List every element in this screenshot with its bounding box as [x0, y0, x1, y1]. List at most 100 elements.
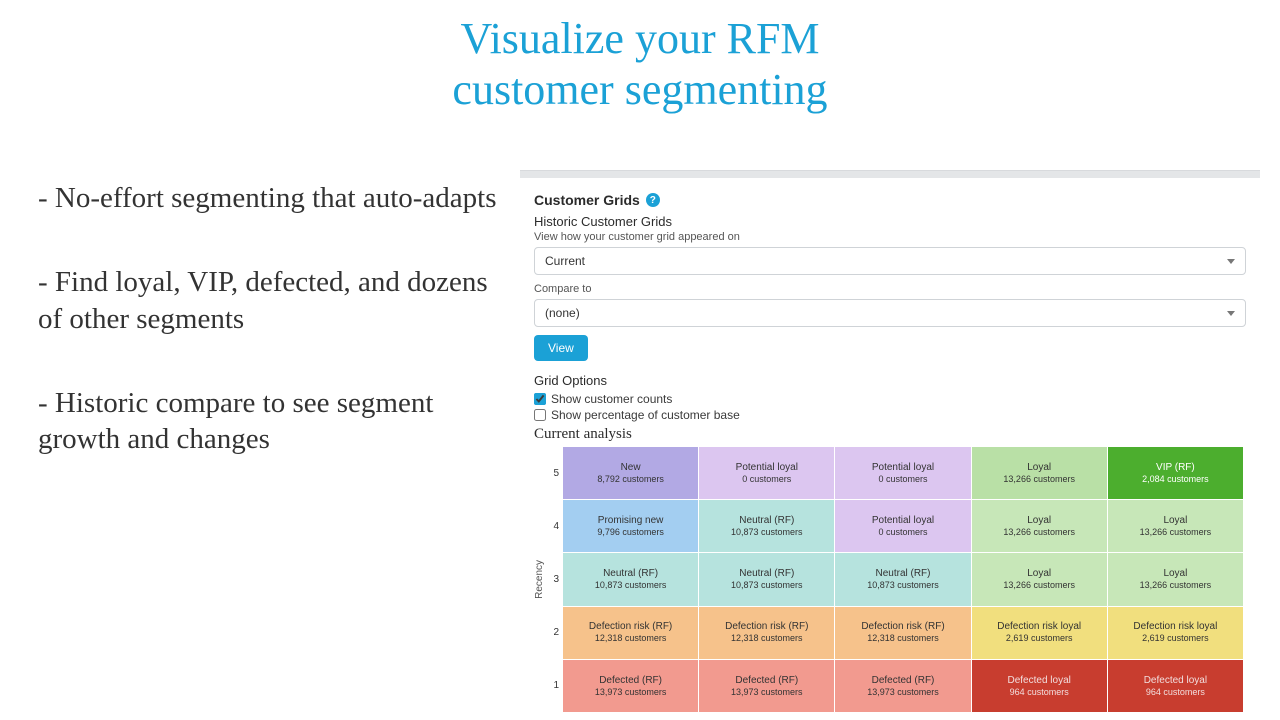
segment-name: Defection risk (RF) — [589, 620, 672, 633]
segment-name: Defection risk loyal — [997, 620, 1081, 633]
segment-count: 12,318 customers — [595, 633, 667, 645]
segment-name: Neutral (RF) — [739, 514, 794, 527]
segment-count: 9,796 customers — [597, 527, 664, 539]
segment-name: Potential loyal — [872, 514, 934, 527]
app-panel: Customer Grids ? Historic Customer Grids… — [520, 170, 1260, 712]
grid-cell-0-4[interactable]: VIP (RF)2,084 customers — [1108, 447, 1243, 499]
segment-count: 0 customers — [878, 527, 927, 539]
grid-cell-1-2[interactable]: Potential loyal0 customers — [835, 500, 970, 552]
segment-count: 0 customers — [742, 474, 791, 486]
segment-name: Neutral (RF) — [875, 567, 930, 580]
segment-count: 10,873 customers — [595, 580, 667, 592]
grid-cell-0-1[interactable]: Potential loyal0 customers — [699, 447, 834, 499]
segment-count: 12,318 customers — [731, 633, 803, 645]
show-counts-checkbox[interactable] — [534, 393, 546, 405]
grid-cell-4-4[interactable]: Defected loyal964 customers — [1108, 660, 1243, 712]
view-button[interactable]: View — [534, 335, 588, 361]
rfm-grid-wrap: Recency 5 4 3 2 1 New8,792 customersPote… — [534, 447, 1246, 712]
segment-name: Defection risk (RF) — [861, 620, 944, 633]
row-label-2: 2 — [549, 627, 559, 638]
segment-name: Promising new — [598, 514, 664, 527]
segment-name: Neutral (RF) — [739, 567, 794, 580]
segment-name: Loyal — [1163, 514, 1187, 527]
current-analysis-title: Current analysis — [534, 426, 1246, 443]
panel-top-bar — [520, 170, 1260, 178]
view-on-select[interactable]: Current — [534, 247, 1246, 275]
grid-cell-4-1[interactable]: Defected (RF)13,973 customers — [699, 660, 834, 712]
grid-cell-1-0[interactable]: Promising new9,796 customers — [563, 500, 698, 552]
grid-cell-1-3[interactable]: Loyal13,266 customers — [972, 500, 1107, 552]
grid-cell-2-0[interactable]: Neutral (RF)10,873 customers — [563, 553, 698, 605]
segment-name: Potential loyal — [872, 461, 934, 474]
grid-cell-4-3[interactable]: Defected loyal964 customers — [972, 660, 1107, 712]
segment-count: 10,873 customers — [731, 527, 803, 539]
segment-count: 2,619 customers — [1006, 633, 1073, 645]
bullet-1: - No-effort segmenting that auto-adapts — [38, 180, 498, 216]
grid-cell-0-2[interactable]: Potential loyal0 customers — [835, 447, 970, 499]
segment-count: 13,266 customers — [1140, 580, 1212, 592]
y-axis-label: Recency — [534, 560, 545, 599]
grid-cell-3-4[interactable]: Defection risk loyal2,619 customers — [1108, 607, 1243, 659]
grid-cell-0-3[interactable]: Loyal13,266 customers — [972, 447, 1107, 499]
historic-grids-title: Historic Customer Grids — [534, 214, 1246, 229]
help-icon[interactable]: ? — [646, 193, 660, 207]
slide-title-line1: Visualize your RFM — [460, 14, 819, 63]
segment-name: Defected loyal — [1008, 674, 1071, 687]
grid-cell-0-0[interactable]: New8,792 customers — [563, 447, 698, 499]
rfm-grid: New8,792 customersPotential loyal0 custo… — [563, 447, 1243, 712]
grid-cell-2-4[interactable]: Loyal13,266 customers — [1108, 553, 1243, 605]
grid-cell-2-1[interactable]: Neutral (RF)10,873 customers — [699, 553, 834, 605]
segment-name: Loyal — [1163, 567, 1187, 580]
segment-name: Loyal — [1027, 567, 1051, 580]
grid-cell-1-1[interactable]: Neutral (RF)10,873 customers — [699, 500, 834, 552]
show-counts-label: Show customer counts — [551, 392, 672, 406]
segment-name: Defection risk (RF) — [725, 620, 808, 633]
segment-name: Neutral (RF) — [603, 567, 658, 580]
grid-cell-4-2[interactable]: Defected (RF)13,973 customers — [835, 660, 970, 712]
bullet-list: - No-effort segmenting that auto-adapts … — [38, 180, 498, 505]
segment-count: 13,266 customers — [1140, 527, 1212, 539]
grid-cell-2-3[interactable]: Loyal13,266 customers — [972, 553, 1107, 605]
segment-count: 2,084 customers — [1142, 474, 1209, 486]
segment-name: Defected (RF) — [872, 674, 935, 687]
segment-name: Defection risk loyal — [1133, 620, 1217, 633]
grid-cell-1-4[interactable]: Loyal13,266 customers — [1108, 500, 1243, 552]
compare-to-value: (none) — [545, 306, 580, 320]
view-on-value: Current — [545, 254, 585, 268]
segment-count: 8,792 customers — [597, 474, 664, 486]
grid-cell-4-0[interactable]: Defected (RF)13,973 customers — [563, 660, 698, 712]
row-label-4: 4 — [549, 521, 559, 532]
segment-count: 964 customers — [1146, 687, 1205, 699]
row-label-1: 1 — [549, 680, 559, 691]
slide-title: Visualize your RFM customer segmenting — [0, 0, 1280, 115]
segment-count: 0 customers — [878, 474, 927, 486]
bullet-2: - Find loyal, VIP, defected, and dozens … — [38, 264, 498, 337]
segment-count: 10,873 customers — [731, 580, 803, 592]
segment-count: 10,873 customers — [867, 580, 939, 592]
chevron-down-icon — [1227, 259, 1235, 264]
show-pct-option[interactable]: Show percentage of customer base — [534, 408, 1246, 422]
segment-count: 13,266 customers — [1003, 580, 1075, 592]
slide-title-line2: customer segmenting — [452, 65, 827, 114]
grid-cell-3-3[interactable]: Defection risk loyal2,619 customers — [972, 607, 1107, 659]
segment-name: Potential loyal — [736, 461, 798, 474]
customer-grids-title: Customer Grids — [534, 192, 640, 208]
segment-count: 964 customers — [1010, 687, 1069, 699]
grid-cell-2-2[interactable]: Neutral (RF)10,873 customers — [835, 553, 970, 605]
show-counts-option[interactable]: Show customer counts — [534, 392, 1246, 406]
row-label-3: 3 — [549, 574, 559, 585]
segment-name: Defected (RF) — [735, 674, 798, 687]
segment-name: VIP (RF) — [1156, 461, 1195, 474]
row-label-5: 5 — [549, 468, 559, 479]
grid-cell-3-1[interactable]: Defection risk (RF)12,318 customers — [699, 607, 834, 659]
chevron-down-icon — [1227, 311, 1235, 316]
grid-cell-3-0[interactable]: Defection risk (RF)12,318 customers — [563, 607, 698, 659]
show-pct-label: Show percentage of customer base — [551, 408, 740, 422]
compare-to-select[interactable]: (none) — [534, 299, 1246, 327]
show-pct-checkbox[interactable] — [534, 409, 546, 421]
segment-count: 13,266 customers — [1003, 474, 1075, 486]
compare-to-label: Compare to — [534, 283, 1246, 295]
grid-cell-3-2[interactable]: Defection risk (RF)12,318 customers — [835, 607, 970, 659]
grid-options-title: Grid Options — [534, 373, 1246, 388]
segment-count: 13,973 customers — [731, 687, 803, 699]
